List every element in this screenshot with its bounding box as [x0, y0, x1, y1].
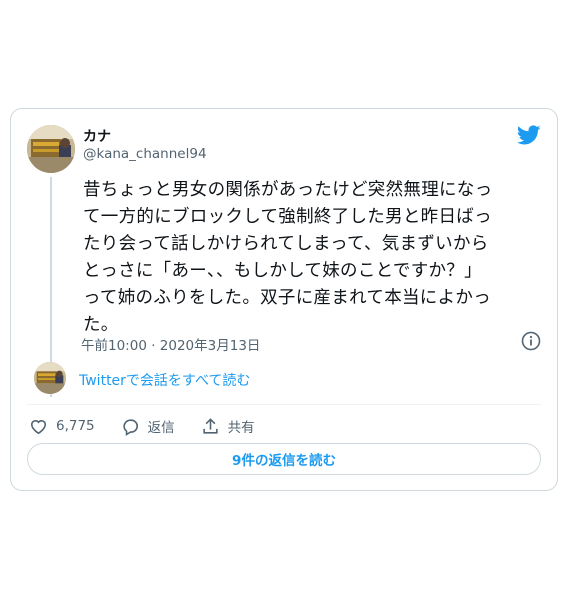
reply-bubble-icon: [123, 418, 138, 436]
reply-button[interactable]: 返信: [121, 416, 175, 436]
like-button[interactable]: 6,775: [29, 417, 95, 436]
info-icon[interactable]: [521, 331, 541, 351]
share-button[interactable]: 共有: [201, 416, 255, 436]
reply-label: 返信: [147, 420, 175, 436]
tweet-actions: 6,775 返信 共有: [29, 412, 255, 440]
tweet-text: 昔ちょっと男女の関係があったけど突然無理になっ て一方的にブロックして強制終了し…: [83, 180, 493, 335]
user-handle[interactable]: @kana_channel94: [83, 146, 207, 162]
read-conversation-link[interactable]: Twitterで会話をすべて読む: [79, 370, 250, 390]
read-replies-button[interactable]: 9件の返信を読む: [27, 443, 541, 475]
tweet-timestamp[interactable]: 午前10:00 · 2020年3月13日: [81, 334, 260, 354]
profile-photo-icon: [27, 125, 75, 173]
avatar[interactable]: [27, 125, 75, 173]
like-count: 6,775: [56, 418, 95, 434]
small-avatar[interactable]: [34, 362, 66, 394]
heart-icon: [30, 419, 47, 434]
profile-photo-icon: [34, 362, 66, 394]
embedded-tweet-card: カナ @kana_channel94 昔ちょっと男女の関係があったけど突然無理に…: [10, 108, 558, 491]
share-icon: [203, 417, 218, 434]
twitter-bird-icon[interactable]: [517, 123, 541, 147]
share-label: 共有: [227, 420, 255, 436]
divider: [27, 404, 541, 405]
display-name[interactable]: カナ: [83, 126, 111, 146]
